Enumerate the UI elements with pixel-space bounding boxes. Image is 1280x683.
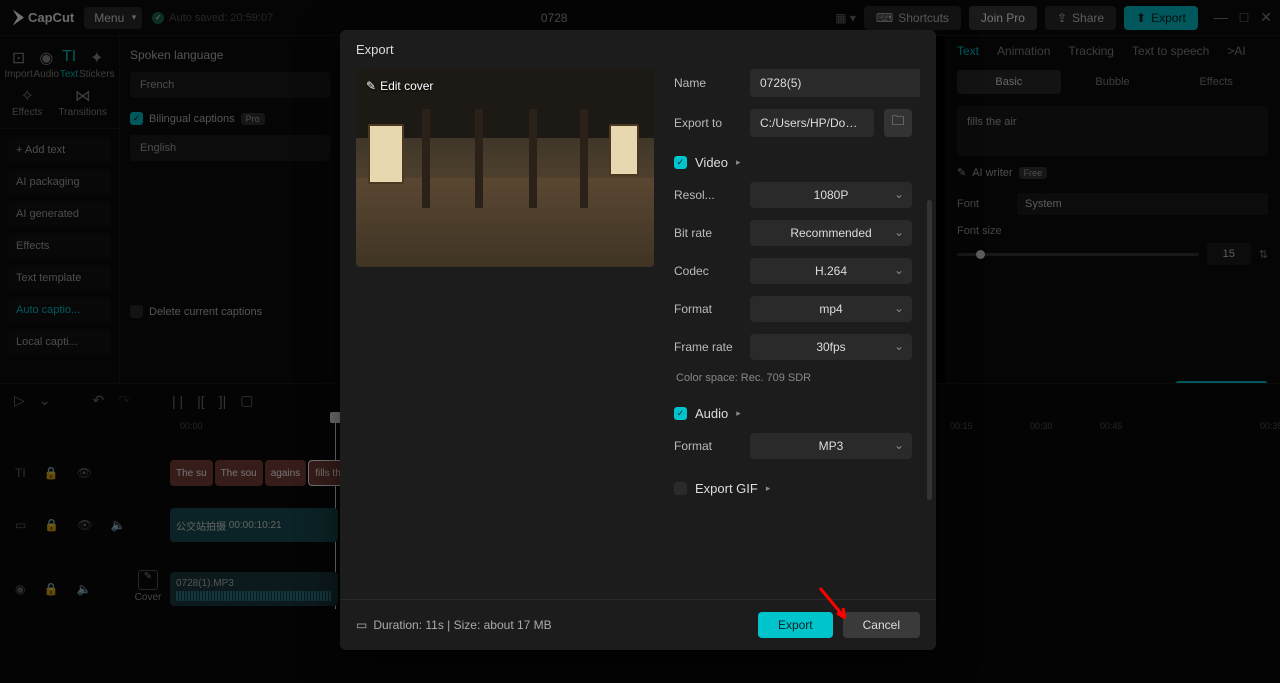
video-section-label: Video	[695, 155, 728, 170]
name-row: Name	[674, 69, 912, 97]
framerate-label: Frame rate	[674, 340, 740, 354]
colorspace-info: Color space: Rec. 709 SDR	[674, 372, 912, 384]
chevron-icon[interactable]: ▸	[766, 483, 771, 494]
cover-preview: ✎ Edit cover	[356, 69, 654, 267]
gif-section-header: Export GIF ▸	[674, 481, 912, 496]
modal-footer: ▭ Duration: 11s | Size: about 17 MB Expo…	[340, 599, 936, 650]
modal-body: ✎ Edit cover Name Export to C:/Users/HP/D…	[340, 69, 936, 599]
export-form: Name Export to C:/Users/HP/Downlo... 🗀 ✓…	[674, 69, 920, 599]
bitrate-label: Bit rate	[674, 226, 740, 240]
name-label: Name	[674, 76, 740, 90]
pencil-icon: ✎	[366, 79, 376, 93]
format-row: Format mp4	[674, 296, 912, 322]
audio-checkbox[interactable]: ✓	[674, 407, 687, 420]
exportto-path: C:/Users/HP/Downlo...	[750, 109, 874, 137]
gif-checkbox[interactable]	[674, 482, 687, 495]
audio-section-header: ✓ Audio ▸	[674, 406, 912, 421]
file-info: ▭ Duration: 11s | Size: about 17 MB	[356, 618, 552, 632]
audio-format-row: Format MP3	[674, 433, 912, 459]
audio-section-label: Audio	[695, 406, 728, 421]
codec-row: Codec H.264	[674, 258, 912, 284]
resolution-row: Resol... 1080P	[674, 182, 912, 208]
folder-icon: 🗀	[891, 112, 904, 134]
video-checkbox[interactable]: ✓	[674, 156, 687, 169]
exportto-label: Export to	[674, 116, 740, 130]
film-icon: ▭	[356, 618, 367, 632]
bitrate-select[interactable]: Recommended	[750, 220, 912, 246]
modal-cancel-button[interactable]: Cancel	[843, 612, 920, 638]
export-modal: Export ✎ Edit cover Name Export to C:/Use…	[340, 30, 936, 650]
framerate-row: Frame rate 30fps	[674, 334, 912, 360]
edit-cover-button[interactable]: ✎ Edit cover	[366, 79, 433, 93]
footer-buttons: Export Cancel	[758, 612, 920, 638]
exportto-row: Export to C:/Users/HP/Downlo... 🗀	[674, 109, 912, 137]
format-select[interactable]: mp4	[750, 296, 912, 322]
modal-title: Export	[340, 30, 936, 69]
folder-button[interactable]: 🗀	[884, 109, 912, 137]
video-section-header: ✓ Video ▸	[674, 155, 912, 170]
name-input[interactable]	[750, 69, 920, 97]
format-label: Format	[674, 302, 740, 316]
modal-export-button[interactable]: Export	[758, 612, 833, 638]
codec-label: Codec	[674, 264, 740, 278]
chevron-icon[interactable]: ▸	[736, 408, 741, 419]
codec-select[interactable]: H.264	[750, 258, 912, 284]
duration-text: Duration: 11s | Size: about 17 MB	[373, 618, 551, 632]
audio-format-select[interactable]: MP3	[750, 433, 912, 459]
resolution-label: Resol...	[674, 188, 740, 202]
chevron-icon[interactable]: ▸	[736, 157, 741, 168]
framerate-select[interactable]: 30fps	[750, 334, 912, 360]
resolution-select[interactable]: 1080P	[750, 182, 912, 208]
bitrate-row: Bit rate Recommended	[674, 220, 912, 246]
edit-cover-label: Edit cover	[380, 79, 433, 93]
cover-image	[356, 69, 654, 267]
modal-scrollbar[interactable]	[927, 200, 932, 500]
gif-section-label: Export GIF	[695, 481, 758, 496]
audio-format-label: Format	[674, 439, 740, 453]
